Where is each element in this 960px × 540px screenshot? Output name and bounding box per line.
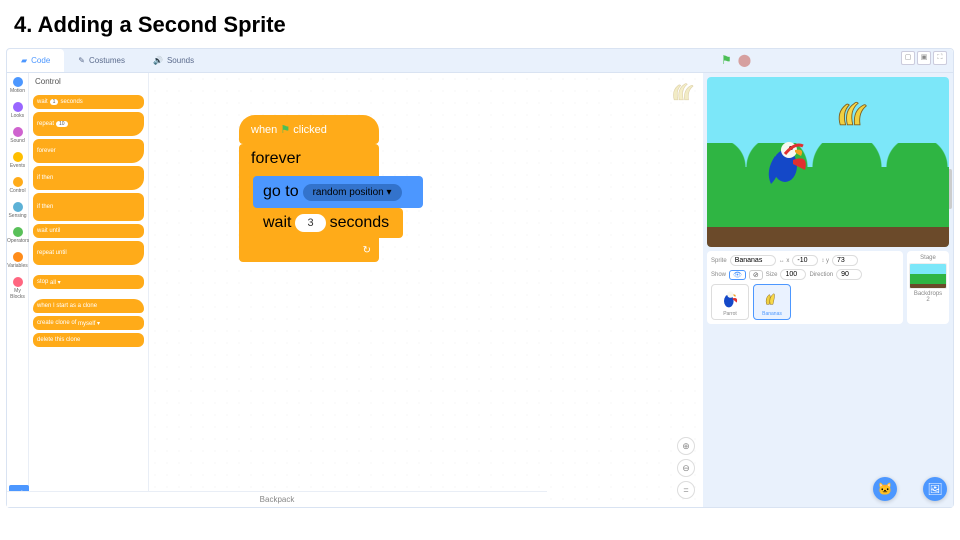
zoom-out-button[interactable]: ⊖ [677, 459, 695, 477]
sprite-name-input[interactable] [730, 255, 776, 266]
palette-deleteclone-block[interactable]: delete this clone [33, 333, 144, 347]
palette-wait-block[interactable]: wait1seconds [33, 95, 144, 109]
category-motion[interactable]: Motion [7, 73, 28, 98]
forever-label: forever [239, 144, 379, 174]
zoom-reset-button[interactable]: = [677, 481, 695, 499]
sprite-watermark-icon [669, 81, 695, 109]
wait-block[interactable]: wait 3 seconds [253, 208, 403, 238]
palette-ifelse-block[interactable]: if then [33, 193, 144, 221]
category-events[interactable]: Events [7, 148, 28, 173]
loop-arrow-icon: ↻ [363, 245, 371, 256]
parrot-sprite-icon [765, 136, 811, 191]
wait-value-input[interactable]: 3 [295, 214, 325, 232]
palette-forever-block[interactable]: forever [33, 139, 144, 163]
category-looks[interactable]: Looks [7, 98, 28, 123]
category-sound[interactable]: Sound [7, 123, 28, 148]
stage-column: Stage Backdrops 2 [907, 251, 949, 324]
palette-stop-block[interactable]: stop all ▾ [33, 275, 144, 289]
slide-title: 4. Adding a Second Sprite [0, 0, 960, 44]
fullscreen-button[interactable]: ⛶ [933, 51, 947, 65]
palette-repeatuntil-block[interactable]: repeat until [33, 241, 144, 265]
goto-block[interactable]: go to random position ▾ [253, 176, 423, 208]
category-control[interactable]: Control [7, 173, 28, 198]
run-controls: ⚑ ⬤ [721, 53, 751, 67]
category-operators[interactable]: Operators [7, 223, 28, 248]
zoom-in-button[interactable]: ⊕ [677, 437, 695, 455]
canvas-zoom: ⊕ ⊖ = [677, 437, 695, 499]
add-sprite-button[interactable]: 🐱 [873, 477, 897, 501]
sprite-y-input[interactable] [832, 255, 858, 266]
tab-code[interactable]: ▰Code [7, 49, 64, 72]
show-visible-button[interactable]: 👁 [729, 270, 746, 280]
sprite-thumb-parrot[interactable]: Parrot [711, 284, 749, 320]
palette-repeat-block[interactable]: repeat10 [33, 112, 144, 136]
sprite-direction-input[interactable] [836, 269, 862, 280]
palette-if-block[interactable]: if then [33, 166, 144, 190]
category-variables[interactable]: Variables [7, 248, 28, 273]
stage-size-controls: ▢ ▣ ⛶ [901, 51, 947, 65]
stage-thumbnail[interactable] [909, 263, 947, 289]
category-column: Motion Looks Sound Events Control Sensin… [7, 73, 29, 507]
sprite-size-input[interactable] [780, 269, 806, 280]
category-sensing[interactable]: Sensing [7, 198, 28, 223]
stage-preview[interactable] [707, 77, 949, 247]
script-canvas[interactable]: when ⚑ clicked forever go to random posi… [149, 73, 703, 507]
green-flag-icon[interactable]: ⚑ [721, 53, 732, 67]
category-myblocks[interactable]: My Blocks [7, 273, 28, 304]
sounds-icon: 🔊 [153, 56, 163, 65]
banana-sprite-icon [833, 99, 869, 134]
tab-sounds[interactable]: 🔊Sounds [139, 49, 208, 72]
show-hidden-button[interactable]: ⊘ [749, 270, 763, 280]
sprite-x-input[interactable] [792, 255, 818, 266]
block-palette: Control wait1seconds repeat10 forever if… [29, 73, 149, 507]
add-backdrop-button[interactable]: 🖼 [923, 477, 947, 501]
costumes-icon: ✎ [78, 56, 85, 65]
right-panel: Sprite ↔ x ↕ y Show 👁 ⊘ Size Direction [703, 73, 953, 507]
sprite-thumbnails: Parrot Bananas [711, 284, 899, 320]
tab-costumes[interactable]: ✎Costumes [64, 49, 139, 72]
stop-icon[interactable]: ⬤ [738, 53, 751, 67]
editor-tabs: ▰Code ✎Costumes 🔊Sounds [7, 49, 953, 73]
flag-icon: ⚑ [280, 124, 290, 136]
stage-small-button[interactable]: ▢ [901, 51, 915, 65]
backpack-bar[interactable]: Backpack [7, 491, 547, 507]
when-flag-clicked-block[interactable]: when ⚑ clicked [239, 115, 379, 144]
forever-block[interactable]: forever go to random position ▾ wait 3 s… [239, 144, 379, 262]
scratch-editor: ▰Code ✎Costumes 🔊Sounds ⚑ ⬤ ▢ ▣ ⛶ Motion… [6, 48, 954, 508]
sprite-thumb-bananas[interactable]: Bananas [753, 284, 791, 320]
palette-clonestart-block[interactable]: when I start as a clone [33, 299, 144, 313]
goto-dropdown[interactable]: random position ▾ [303, 184, 402, 201]
code-stack[interactable]: when ⚑ clicked forever go to random posi… [239, 115, 379, 262]
palette-createclone-block[interactable]: create clone of myself ▾ [33, 316, 144, 330]
sprite-info-panel: Sprite ↔ x ↕ y Show 👁 ⊘ Size Direction [707, 251, 903, 324]
code-icon: ▰ [21, 56, 27, 65]
stage-large-button[interactable]: ▣ [917, 51, 931, 65]
palette-header: Control [29, 73, 148, 90]
palette-waituntil-block[interactable]: wait until [33, 224, 144, 238]
